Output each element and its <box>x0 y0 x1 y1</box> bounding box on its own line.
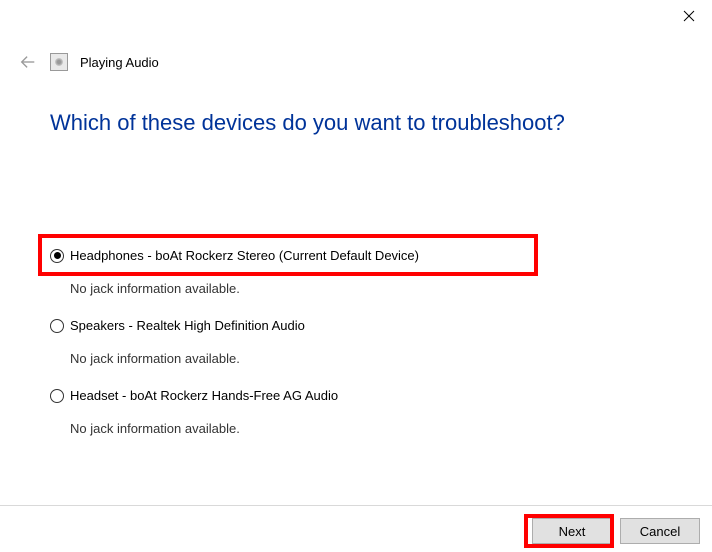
audio-icon <box>50 53 68 71</box>
titlebar <box>0 0 712 40</box>
close-button[interactable] <box>666 0 712 32</box>
window-title: Playing Audio <box>80 55 159 70</box>
close-icon <box>683 10 695 22</box>
device-list: Headphones - boAt Rockerz Stereo (Curren… <box>50 248 620 458</box>
device-sublabel: No jack information available. <box>70 421 620 436</box>
device-sublabel: No jack information available. <box>70 281 620 296</box>
radio-icon <box>50 319 64 333</box>
radio-icon <box>50 389 64 403</box>
footer: Next Cancel <box>532 518 700 544</box>
next-button[interactable]: Next <box>532 518 612 544</box>
header: Playing Audio <box>18 52 159 72</box>
device-label: Headphones - boAt Rockerz Stereo (Curren… <box>70 248 419 263</box>
device-label: Speakers - Realtek High Definition Audio <box>70 318 305 333</box>
device-option-speakers[interactable]: Speakers - Realtek High Definition Audio… <box>50 318 620 366</box>
device-option-headset[interactable]: Headset - boAt Rockerz Hands-Free AG Aud… <box>50 388 620 436</box>
device-option-headphones[interactable]: Headphones - boAt Rockerz Stereo (Curren… <box>50 248 620 296</box>
back-arrow-icon <box>19 53 37 71</box>
page-heading: Which of these devices do you want to tr… <box>50 110 565 136</box>
back-button[interactable] <box>18 52 38 72</box>
radio-icon <box>50 249 64 263</box>
footer-divider <box>0 505 712 506</box>
cancel-button[interactable]: Cancel <box>620 518 700 544</box>
device-label: Headset - boAt Rockerz Hands-Free AG Aud… <box>70 388 338 403</box>
device-sublabel: No jack information available. <box>70 351 620 366</box>
